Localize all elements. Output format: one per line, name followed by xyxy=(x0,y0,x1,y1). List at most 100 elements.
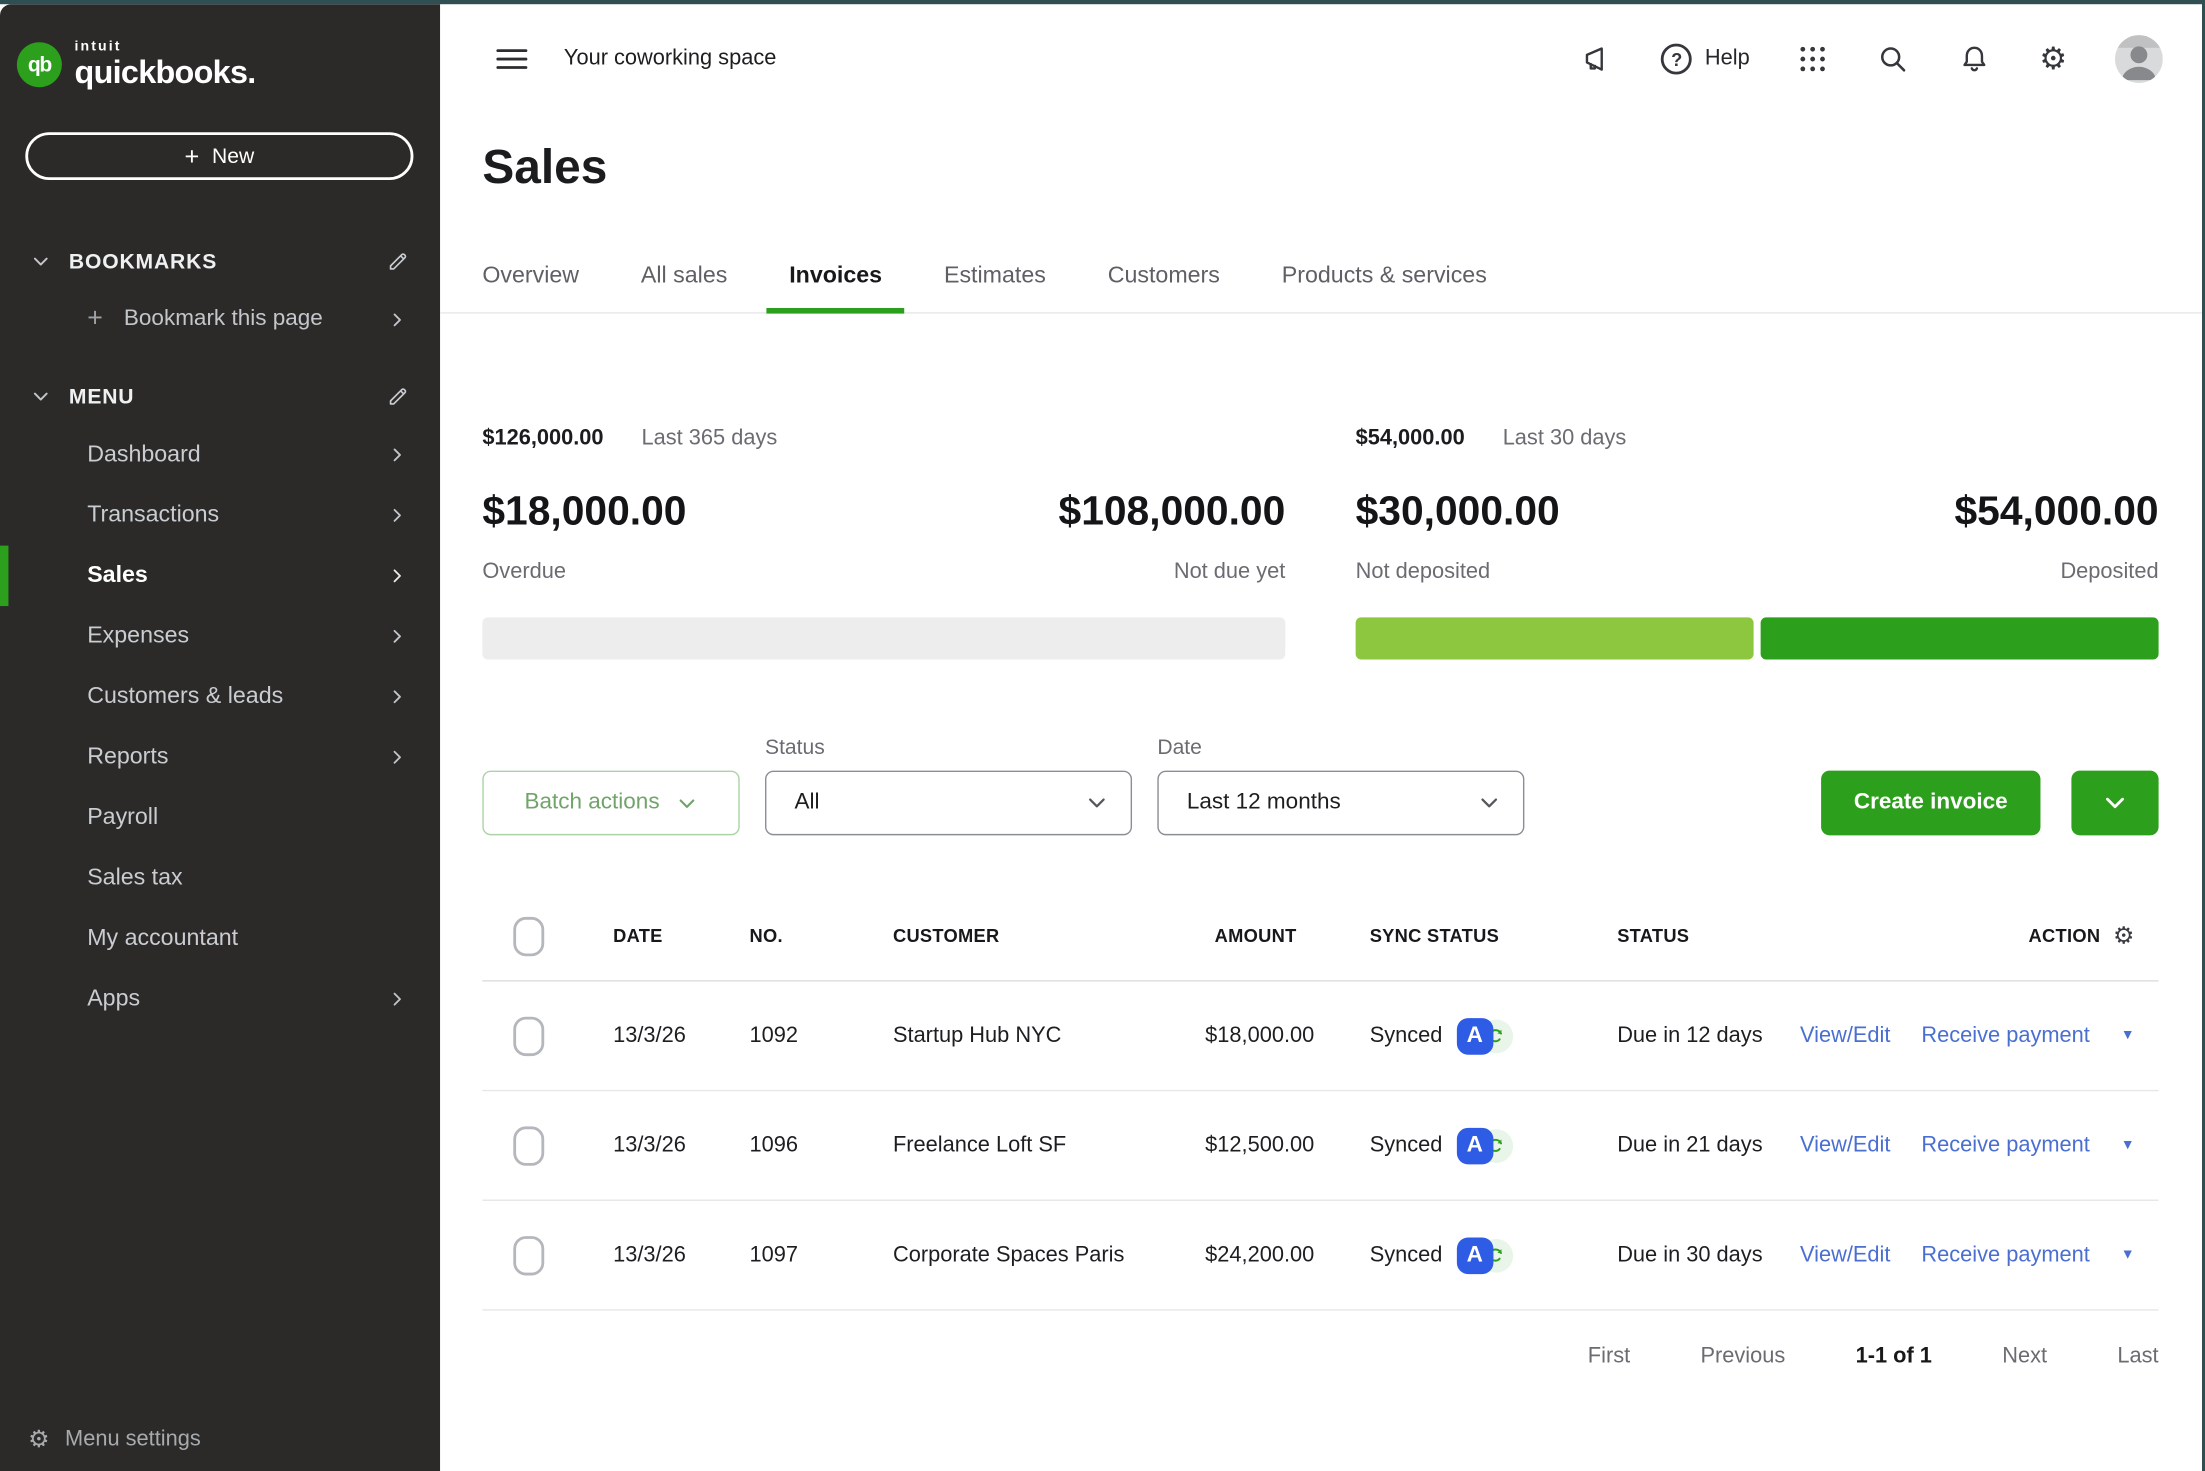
menu-section-header[interactable]: MENU xyxy=(0,377,440,416)
sidebar-item-apps[interactable]: Apps xyxy=(0,969,440,1029)
pagination-previous[interactable]: Previous xyxy=(1700,1344,1785,1369)
chevron-down-icon xyxy=(1086,792,1109,815)
cell-amount: $18,000.00 xyxy=(1205,1023,1296,1048)
sidebar-item-customers-leads[interactable]: Customers & leads xyxy=(0,667,440,727)
sidebar-item-label: Transactions xyxy=(87,502,219,529)
col-header-date[interactable]: DATE xyxy=(613,925,749,946)
row-checkbox[interactable] xyxy=(513,1126,544,1165)
not-deposited-bar-segment xyxy=(1356,617,1754,659)
search-button[interactable] xyxy=(1876,42,1910,76)
pagination-next[interactable]: Next xyxy=(2002,1344,2047,1369)
quickbooks-logo[interactable]: qb intuit quickbooks. xyxy=(17,41,440,89)
app-badge-icon: A xyxy=(1456,1017,1493,1054)
pagination-first[interactable]: First xyxy=(1588,1344,1630,1369)
view-edit-link[interactable]: View/Edit xyxy=(1800,1242,1890,1267)
menu-header-label: MENU xyxy=(69,385,135,409)
pagination-last[interactable]: Last xyxy=(2117,1344,2158,1369)
deposits-card: $54,000.00 Last 30 days $30,000.00 $54,0… xyxy=(1356,426,2159,659)
batch-actions-button[interactable]: Batch actions xyxy=(482,771,739,836)
sync-status-text: Synced xyxy=(1370,1133,1443,1158)
pencil-icon xyxy=(385,385,409,409)
receive-payment-link[interactable]: Receive payment xyxy=(1921,1133,2089,1158)
col-header-sync-status[interactable]: SYNC STATUS xyxy=(1297,925,1618,946)
receivables-period: Last 365 days xyxy=(642,426,778,451)
create-invoice-dropdown-button[interactable] xyxy=(2071,771,2158,836)
tab-estimates[interactable]: Estimates xyxy=(921,263,1068,314)
receive-payment-link[interactable]: Receive payment xyxy=(1921,1242,2089,1267)
announcements-button[interactable] xyxy=(1580,42,1614,76)
settings-button[interactable]: ⚙ xyxy=(2039,44,2067,75)
menu-settings-button[interactable]: ⚙ Menu settings xyxy=(0,1412,440,1468)
help-button[interactable]: ? Help xyxy=(1661,44,1749,75)
chevron-down-icon xyxy=(31,387,51,407)
view-edit-link[interactable]: View/Edit xyxy=(1800,1133,1890,1158)
select-all-checkbox[interactable] xyxy=(513,916,544,955)
grid-icon xyxy=(1798,44,1829,75)
col-header-no[interactable]: NO. xyxy=(750,925,893,946)
col-header-amount[interactable]: AMOUNT xyxy=(1205,925,1296,946)
status-filter-select[interactable]: All xyxy=(765,771,1132,836)
table-row: 13/3/26 1092 Startup Hub NYC $18,000.00 … xyxy=(482,982,2158,1092)
table-settings-gear-icon[interactable]: ⚙ xyxy=(2113,922,2135,950)
notifications-button[interactable] xyxy=(1958,42,1992,76)
tab-all-sales[interactable]: All sales xyxy=(618,263,749,314)
sidebar-item-sales[interactable]: Sales xyxy=(0,546,440,606)
hamburger-menu-button[interactable] xyxy=(496,49,527,69)
date-filter-select[interactable]: Last 12 months xyxy=(1157,771,1524,836)
new-button[interactable]: + New xyxy=(25,132,413,180)
sidebar-item-dashboard[interactable]: Dashboard xyxy=(0,425,440,485)
create-invoice-button[interactable]: Create invoice xyxy=(1821,771,2040,836)
summary-cards: $126,000.00 Last 365 days $18,000.00 $10… xyxy=(482,426,2158,659)
receive-payment-link[interactable]: Receive payment xyxy=(1921,1023,2089,1048)
cell-customer: Freelance Loft SF xyxy=(893,1133,1205,1158)
sidebar-item-sales-tax[interactable]: Sales tax xyxy=(0,848,440,908)
tab-products-services[interactable]: Products & services xyxy=(1259,263,1509,314)
chevron-down-icon xyxy=(1478,792,1501,815)
megaphone-icon xyxy=(1580,42,1614,76)
row-actions-caret-icon[interactable]: ▼ xyxy=(2121,1138,2135,1153)
edit-menu-button[interactable] xyxy=(385,385,409,409)
cell-no: 1097 xyxy=(750,1242,893,1267)
edit-bookmarks-button[interactable] xyxy=(385,250,409,274)
table-row: 13/3/26 1096 Freelance Loft SF $12,500.0… xyxy=(482,1091,2158,1201)
deposited-label: Deposited xyxy=(2060,560,2158,585)
bookmark-this-page[interactable]: + Bookmark this page xyxy=(0,298,440,340)
sidebar-item-my-accountant[interactable]: My accountant xyxy=(0,908,440,968)
cell-no: 1096 xyxy=(750,1133,893,1158)
sales-tabs: Overview All sales Invoices Estimates Cu… xyxy=(440,263,2205,314)
sidebar-item-label: Apps xyxy=(87,986,140,1013)
sidebar-item-label: Sales tax xyxy=(87,865,182,892)
browser-viewport: qb intuit quickbooks. + New BOOKMARKS + xyxy=(0,0,2205,1471)
cell-no: 1092 xyxy=(750,1023,893,1048)
not-due-label: Not due yet xyxy=(1174,560,1285,585)
sidebar-item-payroll[interactable]: Payroll xyxy=(0,788,440,848)
cell-date: 13/3/26 xyxy=(613,1023,749,1048)
chevron-right-icon xyxy=(388,627,406,645)
tab-overview[interactable]: Overview xyxy=(460,263,602,314)
col-header-status[interactable]: STATUS xyxy=(1617,925,1810,946)
chevron-right-icon xyxy=(388,688,406,706)
chevron-right-icon xyxy=(388,506,406,524)
sidebar-item-label: Sales xyxy=(87,563,148,590)
chevron-right-icon xyxy=(388,567,406,585)
row-actions-caret-icon[interactable]: ▼ xyxy=(2121,1028,2135,1043)
sidebar-item-reports[interactable]: Reports xyxy=(0,727,440,787)
row-actions-caret-icon[interactable]: ▼ xyxy=(2121,1247,2135,1262)
sidebar-item-expenses[interactable]: Expenses xyxy=(0,606,440,666)
bookmarks-section-header[interactable]: BOOKMARKS xyxy=(0,242,440,281)
row-checkbox[interactable] xyxy=(513,1235,544,1274)
row-checkbox[interactable] xyxy=(513,1016,544,1055)
apps-grid-button[interactable] xyxy=(1798,44,1829,75)
cell-customer: Corporate Spaces Paris xyxy=(893,1242,1205,1267)
sidebar-item-transactions[interactable]: Transactions xyxy=(0,485,440,545)
chevron-right-icon xyxy=(388,310,406,328)
topbar: Your coworking space ? Help xyxy=(440,4,2205,114)
user-avatar[interactable] xyxy=(2115,35,2163,83)
tab-invoices[interactable]: Invoices xyxy=(767,263,905,314)
col-header-customer[interactable]: CUSTOMER xyxy=(893,925,1205,946)
table-header-row: DATE NO. CUSTOMER AMOUNT SYNC STATUS STA… xyxy=(482,892,2158,982)
quickbooks-app: qb intuit quickbooks. + New BOOKMARKS + xyxy=(0,0,2205,1471)
tab-customers[interactable]: Customers xyxy=(1085,263,1242,314)
gear-icon: ⚙ xyxy=(2039,44,2067,75)
view-edit-link[interactable]: View/Edit xyxy=(1800,1023,1890,1048)
